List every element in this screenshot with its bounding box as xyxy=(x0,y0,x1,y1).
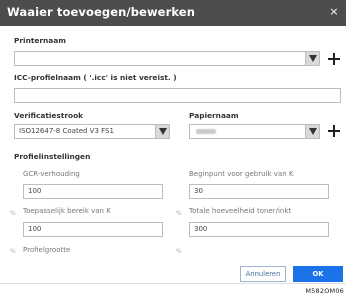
profile-size-label: Profielgrootte xyxy=(23,246,71,254)
add-edit-fan-dialog: Waaier toevoegen/bewerken × Printernaam … xyxy=(0,0,346,284)
gcr-percent-label: % xyxy=(10,210,16,217)
total-toner-percent-label: % xyxy=(176,248,182,255)
gcr-ratio-input[interactable]: 100 xyxy=(23,184,163,199)
total-toner-input[interactable]: 300 xyxy=(189,222,329,237)
k-start-label: Beginpunt voor gebruik van K xyxy=(189,170,294,178)
dropdown-arrow-icon[interactable] xyxy=(305,125,319,138)
k-start-percent-label: % xyxy=(176,210,182,217)
ok-button[interactable]: OK xyxy=(293,266,343,282)
k-start-input[interactable]: 30 xyxy=(189,184,329,199)
printer-name-select[interactable] xyxy=(14,51,320,66)
k-range-label: Toepasselijk bereik van K xyxy=(23,207,111,215)
plus-icon[interactable] xyxy=(328,125,340,137)
dropdown-arrow-icon[interactable] xyxy=(155,125,169,138)
dropdown-arrow-icon[interactable] xyxy=(305,52,319,65)
dialog-title: Waaier toevoegen/bewerken xyxy=(7,5,195,19)
verification-strip-label: Verificatiestrook xyxy=(14,111,84,120)
close-icon[interactable]: × xyxy=(328,6,340,18)
figure-code: M582OM06 xyxy=(305,287,344,295)
paper-name-select[interactable] xyxy=(189,124,320,139)
k-range-percent-label: % xyxy=(10,248,16,255)
verification-strip-value: ISO12647-8 Coated V3 FS1 xyxy=(19,127,114,135)
cancel-button[interactable]: Annuleren xyxy=(240,266,286,282)
paper-name-label: Papiernaam xyxy=(189,111,239,120)
gcr-ratio-label: GCR-verhouding xyxy=(23,170,80,178)
printer-name-label: Printernaam xyxy=(14,36,66,45)
dialog-titlebar: Waaier toevoegen/bewerken × xyxy=(0,0,346,26)
total-toner-label: Totale hoeveelheid toner/inkt xyxy=(189,207,292,215)
icc-profile-label: ICC-profielnaam ( '.icc' is niet vereist… xyxy=(14,73,177,82)
blurred-paper-name xyxy=(196,129,216,134)
profile-settings-heading: Profielinstellingen xyxy=(14,152,91,161)
plus-icon[interactable] xyxy=(328,53,340,65)
icc-profile-input[interactable] xyxy=(14,88,341,103)
verification-strip-select[interactable]: ISO12647-8 Coated V3 FS1 xyxy=(14,124,170,139)
k-range-input[interactable]: 100 xyxy=(23,222,163,237)
